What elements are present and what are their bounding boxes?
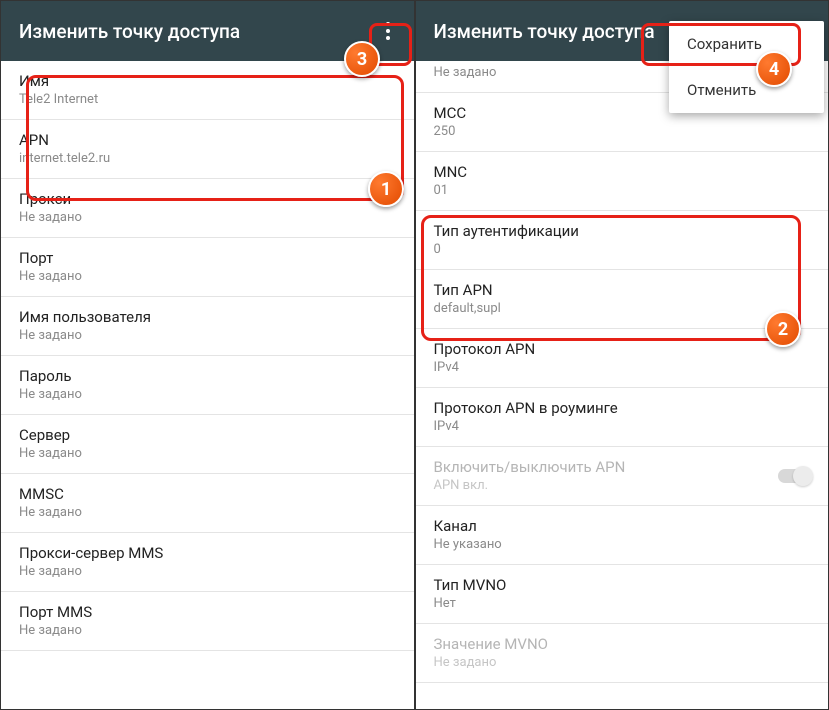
annotation-badge-1: 1 bbox=[368, 171, 404, 207]
item-value: Нет bbox=[434, 596, 811, 611]
setting-item-password[interactable]: Пароль Не задано bbox=[1, 356, 414, 415]
setting-item-apn[interactable]: APN internet.tele2.ru bbox=[1, 120, 414, 179]
item-label: Тип MVNO bbox=[434, 576, 811, 594]
setting-item-mnc[interactable]: MNC 01 bbox=[416, 152, 829, 211]
setting-item-bearer[interactable]: Канал Не указано bbox=[416, 506, 829, 565]
item-value: Не задано bbox=[19, 623, 396, 638]
item-value: Не задано bbox=[19, 564, 396, 579]
annotation-badge-2: 2 bbox=[765, 311, 801, 347]
item-value: Tele2 Internet bbox=[19, 92, 396, 107]
menu-item-cancel[interactable]: Отменить bbox=[669, 67, 824, 113]
page-title: Изменить точку доступа bbox=[19, 20, 240, 43]
screenshot-container: Изменить точку доступа Имя Tele2 Interne… bbox=[1, 1, 828, 709]
item-value: Не задано bbox=[19, 210, 396, 225]
settings-list: Не задано MCC 250 MNC 01 Тип аутентифика… bbox=[416, 61, 829, 683]
annotation-badge-3: 3 bbox=[344, 41, 380, 77]
setting-item-mvno-value: Значение MVNO Не задано bbox=[416, 624, 829, 683]
item-label: Пароль bbox=[19, 367, 396, 385]
item-value: Не задано bbox=[19, 387, 396, 402]
setting-item-mvno-type[interactable]: Тип MVNO Нет bbox=[416, 565, 829, 624]
setting-item-server[interactable]: Сервер Не задано bbox=[1, 415, 414, 474]
item-value: Не указано bbox=[434, 537, 811, 552]
setting-item-apn-protocol[interactable]: Протокол APN IPv4 bbox=[416, 329, 829, 388]
item-value: 250 bbox=[434, 124, 811, 139]
item-value: Не задано bbox=[19, 446, 396, 461]
setting-item-mms-port[interactable]: Порт MMS Не задано bbox=[1, 592, 414, 651]
item-label: Тип аутентификации bbox=[434, 222, 811, 240]
item-value: internet.tele2.ru bbox=[19, 151, 396, 166]
item-value: default,supl bbox=[434, 301, 811, 316]
setting-item-username[interactable]: Имя пользователя Не задано bbox=[1, 297, 414, 356]
item-value: Не задано bbox=[19, 505, 396, 520]
item-label: Имя пользователя bbox=[19, 308, 396, 326]
item-label: Значение MVNO bbox=[434, 635, 811, 653]
settings-list: Имя Tele2 Internet APN internet.tele2.ru… bbox=[1, 61, 414, 651]
setting-item-mmsc[interactable]: MMSC Не задано bbox=[1, 474, 414, 533]
item-label: Тип APN bbox=[434, 281, 811, 299]
setting-item-port[interactable]: Порт Не задано bbox=[1, 238, 414, 297]
item-label: Прокси-сервер MMS bbox=[19, 544, 396, 562]
item-value: Не задано bbox=[19, 269, 396, 284]
item-value: Не задано bbox=[19, 328, 396, 343]
item-value: IPv4 bbox=[434, 360, 811, 375]
item-value: IPv4 bbox=[434, 419, 811, 434]
menu-item-save[interactable]: Сохранить bbox=[669, 21, 824, 67]
setting-item-apn-enable: Включить/выключить APN APN вкл. bbox=[416, 447, 829, 506]
phone-screen-left: Изменить точку доступа Имя Tele2 Interne… bbox=[1, 1, 416, 709]
page-title: Изменить точку доступа bbox=[434, 20, 655, 43]
overflow-menu: Сохранить Отменить bbox=[669, 21, 824, 113]
item-label: Включить/выключить APN bbox=[434, 458, 811, 476]
item-value: APN вкл. bbox=[434, 478, 811, 493]
item-label: Протокол APN bbox=[434, 340, 811, 358]
item-label: Порт bbox=[19, 249, 396, 267]
item-value: 0 bbox=[434, 242, 811, 257]
phone-screen-right: Изменить точку доступа Не задано MCC 250… bbox=[416, 1, 829, 709]
item-label: Порт MMS bbox=[19, 603, 396, 621]
item-value: Не задано bbox=[434, 655, 811, 670]
item-label: Имя bbox=[19, 72, 396, 90]
item-label: MNC bbox=[434, 163, 811, 181]
item-value: 01 bbox=[434, 183, 811, 198]
item-label: Сервер bbox=[19, 426, 396, 444]
item-label: MMSC bbox=[19, 485, 396, 503]
item-label: APN bbox=[19, 131, 396, 149]
setting-item-auth-type[interactable]: Тип аутентификации 0 bbox=[416, 211, 829, 270]
setting-item-mms-proxy[interactable]: Прокси-сервер MMS Не задано bbox=[1, 533, 414, 592]
setting-item-proxy[interactable]: Прокси Не задано bbox=[1, 179, 414, 238]
toggle-switch[interactable] bbox=[778, 469, 810, 483]
item-label: Протокол APN в роуминге bbox=[434, 399, 811, 417]
overflow-icon bbox=[386, 22, 390, 40]
item-label: Канал bbox=[434, 517, 811, 535]
item-label: Прокси bbox=[19, 190, 396, 208]
setting-item-apn-roaming-protocol[interactable]: Протокол APN в роуминге IPv4 bbox=[416, 388, 829, 447]
annotation-badge-4: 4 bbox=[756, 51, 792, 87]
